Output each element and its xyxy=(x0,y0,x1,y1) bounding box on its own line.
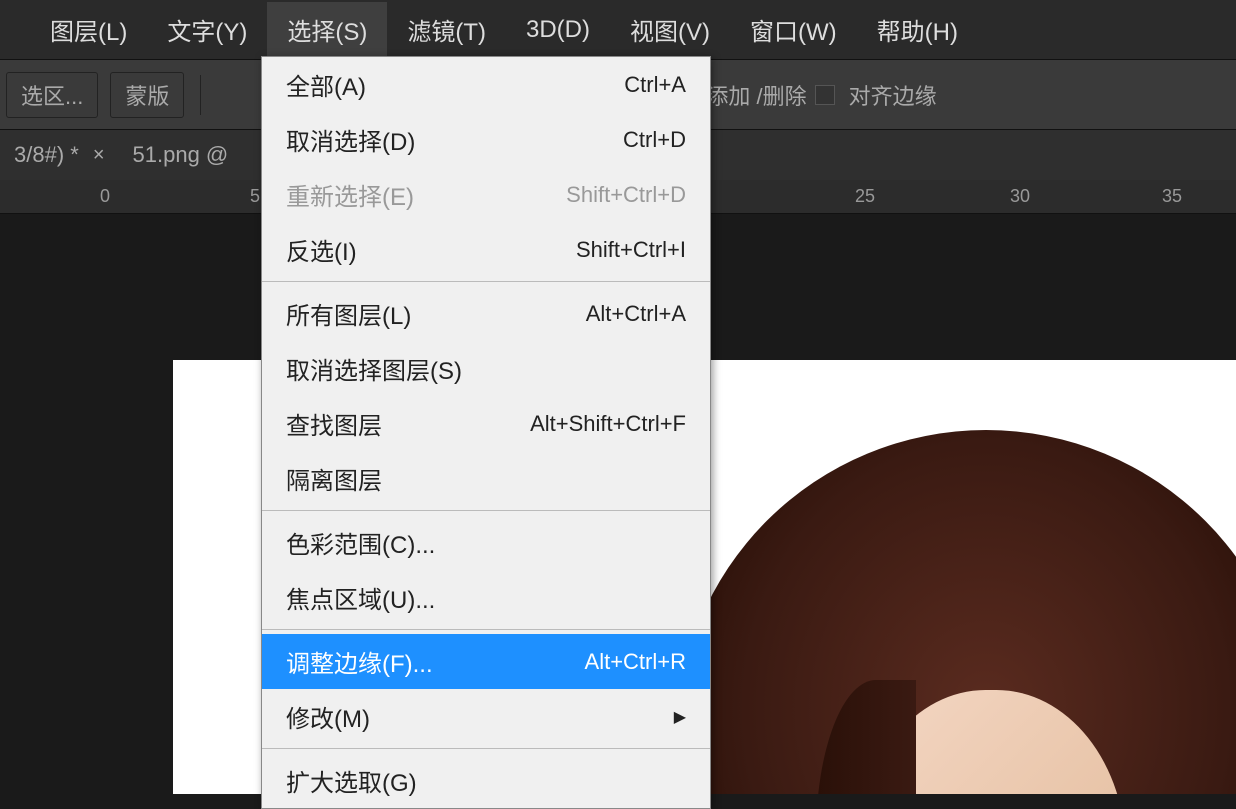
menu-item-label: 焦点区域(U)... xyxy=(286,580,686,615)
menu-3d[interactable]: 3D(D) xyxy=(506,6,610,54)
menu-find-layers[interactable]: 查找图层 Alt+Shift+Ctrl+F xyxy=(262,396,710,451)
menu-window[interactable]: 窗口(W) xyxy=(730,2,857,57)
document-tab-1[interactable]: 3/8#) * × xyxy=(0,132,119,178)
menu-item-label: 调整边缘(F)... xyxy=(286,644,585,679)
menu-refine-edge[interactable]: 调整边缘(F)... Alt+Ctrl+R xyxy=(262,634,710,689)
menu-deselect[interactable]: 取消选择(D) Ctrl+D xyxy=(262,112,710,167)
menu-focus-area[interactable]: 焦点区域(U)... xyxy=(262,570,710,625)
menu-item-label: 查找图层 xyxy=(286,406,530,441)
menu-separator xyxy=(262,629,710,630)
mask-button[interactable]: 蒙版 xyxy=(110,72,184,118)
menu-color-range[interactable]: 色彩范围(C)... xyxy=(262,515,710,570)
align-edges-label: 对齐边缘 xyxy=(849,79,937,111)
menu-isolate-layers[interactable]: 隔离图层 xyxy=(262,451,710,506)
menu-grow[interactable]: 扩大选取(G) xyxy=(262,753,710,808)
menu-item-label: 重新选择(E) xyxy=(286,177,566,212)
menu-item-shortcut: Ctrl+D xyxy=(623,127,686,153)
menu-separator xyxy=(262,281,710,282)
menu-inverse[interactable]: 反选(I) Shift+Ctrl+I xyxy=(262,222,710,277)
menu-deselect-layers[interactable]: 取消选择图层(S) xyxy=(262,341,710,396)
menu-item-label: 色彩范围(C)... xyxy=(286,525,686,560)
select-menu-dropdown: 全部(A) Ctrl+A 取消选择(D) Ctrl+D 重新选择(E) Shif… xyxy=(261,56,711,809)
menu-help[interactable]: 帮助(H) xyxy=(857,2,978,57)
menu-all-layers[interactable]: 所有图层(L) Alt+Ctrl+A xyxy=(262,286,710,341)
menu-item-shortcut: Alt+Shift+Ctrl+F xyxy=(530,411,686,437)
menu-item-label: 扩大选取(G) xyxy=(286,763,686,798)
submenu-arrow-icon: ▶ xyxy=(674,707,686,727)
menu-select-all[interactable]: 全部(A) Ctrl+A xyxy=(262,57,710,112)
menubar: 图层(L) 文字(Y) 选择(S) 滤镜(T) 3D(D) 视图(V) 窗口(W… xyxy=(0,0,1236,60)
menu-item-label: 反选(I) xyxy=(286,232,576,267)
tab-1-title: 3/8#) * xyxy=(14,142,79,168)
tab-2-title: 51.png @ xyxy=(133,142,229,168)
toolbar-separator xyxy=(200,75,201,115)
menu-item-shortcut: Alt+Ctrl+A xyxy=(586,301,686,327)
menu-reselect: 重新选择(E) Shift+Ctrl+D xyxy=(262,167,710,222)
menu-type[interactable]: 文字(Y) xyxy=(147,2,267,57)
ruler-tick: 0 xyxy=(100,186,110,207)
menu-item-shortcut: Shift+Ctrl+D xyxy=(566,182,686,208)
selection-button[interactable]: 选区... xyxy=(6,72,98,118)
ruler-tick: 5 xyxy=(250,186,260,207)
menu-separator xyxy=(262,748,710,749)
ruler-tick: 35 xyxy=(1162,186,1182,207)
menu-view[interactable]: 视图(V) xyxy=(610,2,730,57)
menu-layers[interactable]: 图层(L) xyxy=(30,2,147,57)
menu-separator xyxy=(262,510,710,511)
menu-item-shortcut: Shift+Ctrl+I xyxy=(576,237,686,263)
portrait-image xyxy=(676,430,1236,794)
menu-item-label: 取消选择图层(S) xyxy=(286,351,686,386)
menu-item-label: 所有图层(L) xyxy=(286,296,586,331)
menu-modify[interactable]: 修改(M) ▶ xyxy=(262,689,710,744)
menu-item-shortcut: Ctrl+A xyxy=(624,72,686,98)
align-edges-checkbox[interactable] xyxy=(815,85,835,105)
menu-item-shortcut: Alt+Ctrl+R xyxy=(585,649,686,675)
menu-item-label: 隔离图层 xyxy=(286,461,686,496)
menu-item-label: 取消选择(D) xyxy=(286,122,623,157)
close-icon[interactable]: × xyxy=(93,144,105,167)
menu-item-label: 修改(M) xyxy=(286,699,674,734)
ruler-tick: 30 xyxy=(1010,186,1030,207)
menu-item-label: 全部(A) xyxy=(286,67,624,102)
document-tab-2[interactable]: 51.png @ xyxy=(119,132,243,178)
menu-filter[interactable]: 滤镜(T) xyxy=(387,2,506,57)
menu-select[interactable]: 选择(S) xyxy=(267,2,387,57)
ruler-tick: 25 xyxy=(855,186,875,207)
